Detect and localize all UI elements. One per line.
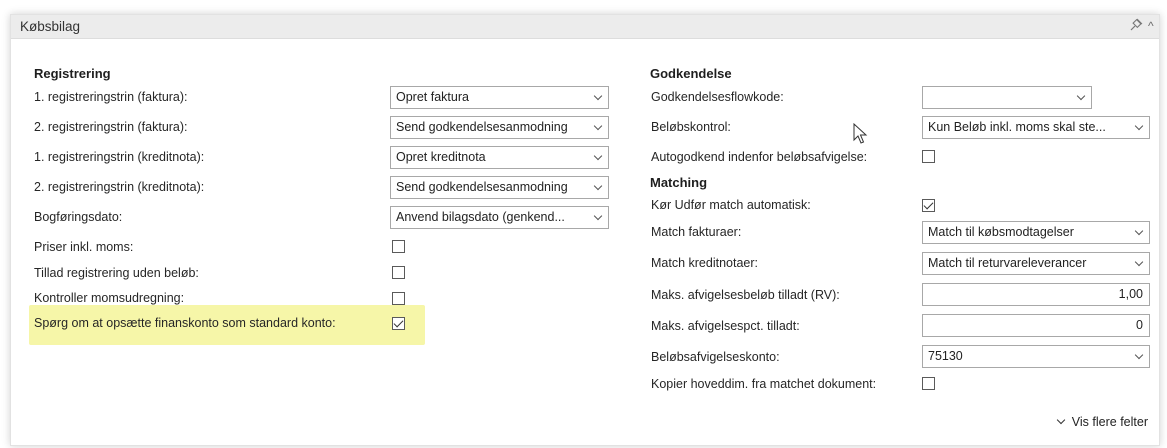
select-approval-flow-code[interactable] bbox=[922, 86, 1092, 109]
label-prices-incl-vat: Priser inkl. moms: bbox=[34, 240, 134, 254]
chevron-down-icon bbox=[593, 151, 603, 161]
label-match-credit-notes: Match kreditnotaer: bbox=[651, 256, 758, 270]
label-approval-flow-code: Godkendelsesflowkode: bbox=[651, 90, 784, 104]
chevron-down-icon bbox=[593, 211, 603, 221]
select-deviation-account[interactable]: 75130 bbox=[922, 345, 1150, 368]
label-autoapprove: Autogodkend indenfor beløbsafvigelse: bbox=[651, 150, 868, 164]
label-ask-setup-gl-account: Spørg om at opsætte finanskonto som stan… bbox=[34, 316, 336, 330]
section-title-registrering: Registrering bbox=[34, 66, 111, 81]
checkbox-copy-dimensions[interactable] bbox=[922, 377, 935, 390]
caret-up-icon[interactable]: ^ bbox=[1148, 19, 1154, 33]
label-check-vat-calculation: Kontroller momsudregning: bbox=[34, 291, 185, 305]
label-registration-step1-creditnote: 1. registreringstrin (kreditnota): bbox=[34, 150, 205, 164]
select-registration-step2-creditnote[interactable]: Send godkendelsesanmodning bbox=[390, 176, 609, 199]
chevron-down-icon bbox=[1134, 257, 1144, 267]
input-max-deviation-amount[interactable]: 1,00 bbox=[922, 283, 1150, 306]
chevron-down-icon bbox=[1076, 91, 1086, 101]
checkbox-check-vat-calculation[interactable] bbox=[392, 292, 405, 305]
panel-header: Købsbilag ^ bbox=[11, 15, 1159, 39]
label-registration-step2-creditnote: 2. registreringstrin (kreditnota): bbox=[34, 180, 205, 194]
checkbox-prices-incl-vat[interactable] bbox=[392, 240, 405, 253]
chevron-down-icon bbox=[1056, 415, 1066, 425]
mouse-cursor-icon bbox=[853, 123, 868, 144]
chevron-down-icon bbox=[1134, 350, 1144, 360]
select-match-credit-notes[interactable]: Match til returvareleverancer bbox=[922, 252, 1150, 275]
chevron-down-icon bbox=[1134, 226, 1144, 236]
chevron-down-icon bbox=[1134, 121, 1144, 131]
checkbox-allow-registration-without-amount[interactable] bbox=[392, 266, 405, 279]
show-more-fields-button[interactable]: Vis flere felter bbox=[1056, 415, 1148, 429]
label-registration-step2-invoice: 2. registreringstrin (faktura): bbox=[34, 120, 188, 134]
pin-icon[interactable] bbox=[1129, 18, 1143, 35]
label-max-deviation-percent: Maks. afvigelsespct. tilladt: bbox=[651, 319, 800, 333]
label-registration-step1-invoice: 1. registreringstrin (faktura): bbox=[34, 90, 188, 104]
select-amount-control[interactable]: Kun Beløb inkl. moms skal ste... bbox=[922, 116, 1150, 139]
chevron-down-icon bbox=[593, 91, 603, 101]
label-amount-control: Beløbskontrol: bbox=[651, 120, 731, 134]
checkbox-autoapprove[interactable] bbox=[922, 150, 935, 163]
label-max-deviation-amount: Maks. afvigelsesbeløb tilladt (RV): bbox=[651, 288, 840, 302]
select-value: Send godkendelsesanmodning bbox=[396, 120, 568, 134]
select-value: Anvend bilagsdato (genkend... bbox=[396, 210, 565, 224]
label-run-match-automatically: Kør Udfør match automatisk: bbox=[651, 198, 811, 212]
select-posting-date[interactable]: Anvend bilagsdato (genkend... bbox=[390, 206, 609, 229]
chevron-down-icon bbox=[593, 121, 603, 131]
select-value: Match til returvareleverancer bbox=[928, 256, 1087, 270]
label-posting-date: Bogføringsdato: bbox=[34, 210, 123, 224]
checkbox-ask-setup-gl-account[interactable] bbox=[392, 317, 405, 330]
select-value: Match til købsmodtagelser bbox=[928, 225, 1074, 239]
select-value: Opret kreditnota bbox=[396, 150, 486, 164]
input-max-deviation-percent[interactable]: 0 bbox=[922, 314, 1150, 337]
select-registration-step1-creditnote[interactable]: Opret kreditnota bbox=[390, 146, 609, 169]
select-value: Opret faktura bbox=[396, 90, 469, 104]
select-value: Send godkendelsesanmodning bbox=[396, 180, 568, 194]
select-registration-step1-invoice[interactable]: Opret faktura bbox=[390, 86, 609, 109]
select-value: Kun Beløb inkl. moms skal ste... bbox=[928, 120, 1106, 134]
section-title-matching: Matching bbox=[650, 175, 708, 190]
section-title-godkendelse: Godkendelse bbox=[650, 66, 732, 81]
label-deviation-account: Beløbsafvigelseskonto: bbox=[651, 350, 780, 364]
select-match-invoices[interactable]: Match til købsmodtagelser bbox=[922, 221, 1150, 244]
label-match-invoices: Match fakturaer: bbox=[651, 225, 742, 239]
panel-title: Købsbilag bbox=[20, 19, 81, 34]
label-allow-registration-without-amount: Tillad registrering uden beløb: bbox=[34, 266, 199, 280]
chevron-down-icon bbox=[593, 181, 603, 191]
checkbox-run-match-automatically[interactable] bbox=[922, 199, 935, 212]
select-registration-step2-invoice[interactable]: Send godkendelsesanmodning bbox=[390, 116, 609, 139]
show-more-label: Vis flere felter bbox=[1071, 415, 1148, 429]
label-copy-dimensions: Kopier hoveddim. fra matchet dokument: bbox=[651, 377, 877, 391]
select-value: 75130 bbox=[928, 349, 963, 363]
